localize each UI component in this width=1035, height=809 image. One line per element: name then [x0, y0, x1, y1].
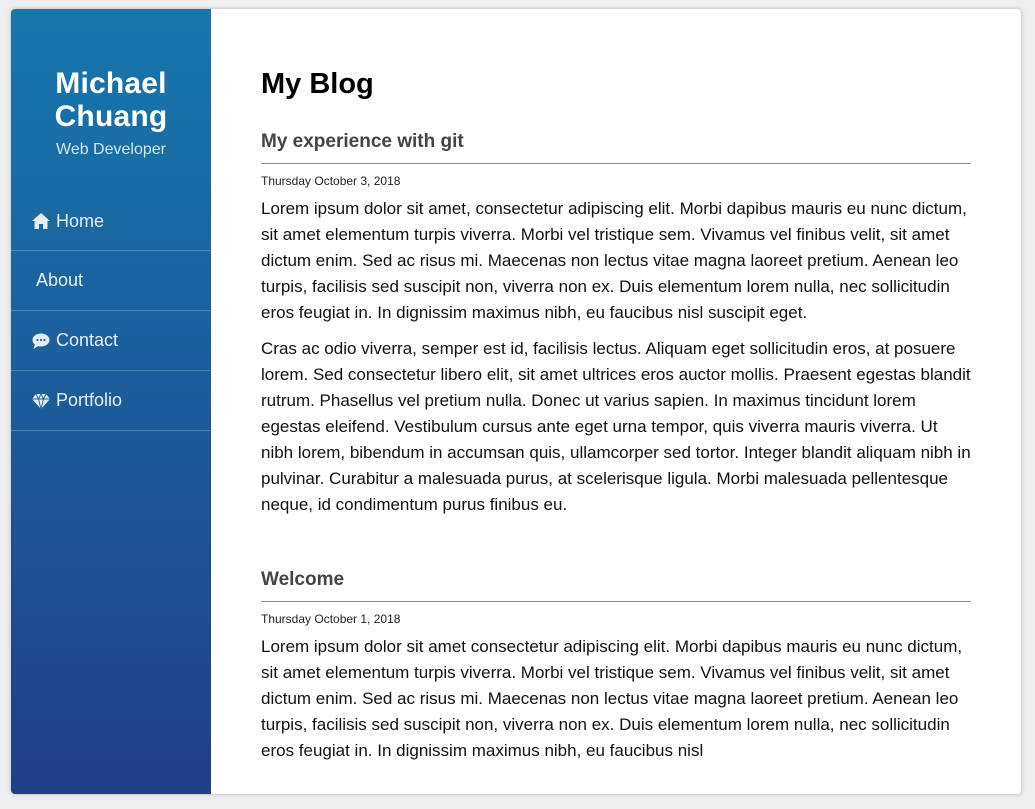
- sidebar-nav: Home About Contact Portfolio: [11, 192, 211, 431]
- diamond-icon: [31, 392, 51, 410]
- browser-page: Michael Chuang Web Developer Home About …: [11, 9, 1021, 794]
- blog-post: My experience with git Thursday October …: [261, 130, 971, 518]
- home-icon: [31, 212, 51, 230]
- brand-name[interactable]: Michael Chuang: [11, 67, 211, 133]
- nav-item-portfolio[interactable]: Portfolio: [11, 371, 211, 431]
- brand-role: Web Developer: [56, 141, 166, 158]
- post-body: Lorem ipsum dolor sit amet, consectetur …: [261, 196, 971, 518]
- nav-item-label: Home: [56, 210, 105, 231]
- post-title[interactable]: Welcome: [261, 568, 971, 602]
- nav-item-home[interactable]: Home: [11, 192, 211, 251]
- post-date: Thursday October 1, 2018: [261, 612, 401, 626]
- brand-name-line2: Chuang: [54, 100, 168, 133]
- nav-item-label: Contact: [56, 330, 119, 350]
- brand: Michael Chuang Web Developer: [11, 9, 211, 192]
- post-paragraph: Cras ac odio viverra, semper est id, fac…: [261, 339, 971, 514]
- nav-item-about[interactable]: About: [11, 251, 211, 311]
- page-title: My Blog: [261, 68, 374, 100]
- main-content: My Blog My experience with git Thursday …: [211, 9, 1021, 794]
- nav-item-label: Portfolio: [56, 390, 123, 410]
- post-date: Thursday October 3, 2018: [261, 174, 401, 188]
- nav-item-contact[interactable]: Contact: [11, 311, 211, 371]
- blog-post: Welcome Thursday October 1, 2018 Lorem i…: [261, 568, 971, 764]
- nav-item-label: About: [36, 270, 84, 290]
- comment-icon: [31, 332, 51, 350]
- post-paragraph: Lorem ipsum dolor sit amet, consectetur …: [261, 199, 967, 322]
- brand-name-line1: Michael: [55, 67, 167, 100]
- sidebar: Michael Chuang Web Developer Home About …: [11, 9, 211, 794]
- post-paragraph: Lorem ipsum dolor sit amet consectetur a…: [261, 637, 963, 760]
- post-title[interactable]: My experience with git: [261, 130, 971, 164]
- post-body: Lorem ipsum dolor sit amet consectetur a…: [261, 634, 971, 764]
